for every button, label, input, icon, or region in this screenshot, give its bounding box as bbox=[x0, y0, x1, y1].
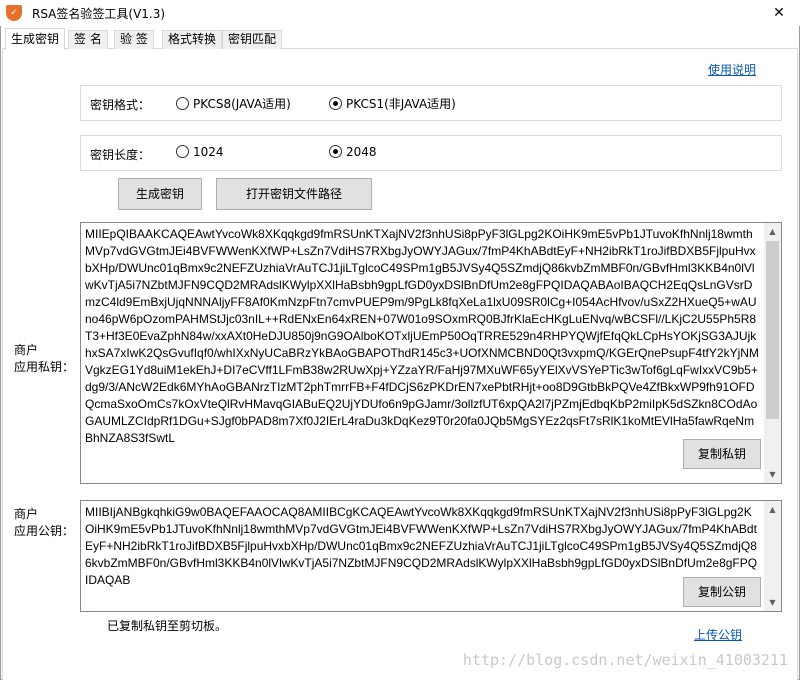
title-bar: ✓ RSA签名验签工具(V1.3) ✕ bbox=[0, 0, 800, 26]
tab-generate-key[interactable]: 生成密钥 bbox=[5, 28, 66, 50]
public-key-text[interactable]: MIIBIjANBgkqhkiG9w0BAQEFAAOCAQ8AMIIBCgKC… bbox=[81, 501, 764, 611]
private-key-scrollbar[interactable]: ▲ ▼ bbox=[764, 223, 781, 483]
key-length-group: 密钥长度： 1024 2048 bbox=[80, 135, 782, 171]
copy-private-key-button[interactable]: 复制私钥 bbox=[683, 439, 761, 469]
private-key-text[interactable]: MIIEpQIBAAKCAQEAwtYvcoWk8XKqqkgd9fmRSUnK… bbox=[81, 223, 764, 483]
status-text: 已复制私钥至剪切板。 bbox=[107, 619, 228, 633]
key-format-group: 密钥格式： PKCS8(JAVA适用) PKCS1(非JAVA适用) bbox=[80, 85, 782, 121]
key-format-label: 密钥格式： bbox=[90, 98, 151, 112]
radio-2048[interactable]: 2048 bbox=[329, 145, 377, 161]
shield-icon: ✓ bbox=[6, 5, 22, 21]
scroll-up-icon[interactable]: ▲ bbox=[764, 223, 781, 240]
radio-pkcs1-indicator[interactable] bbox=[329, 97, 342, 110]
public-key-label: 商户 应用公钥： bbox=[14, 507, 75, 538]
open-key-path-button[interactable]: 打开密钥文件路径 bbox=[216, 178, 372, 210]
scroll-down-icon[interactable]: ▼ bbox=[764, 466, 781, 483]
radio-pkcs8-label: PKCS8(JAVA适用) bbox=[193, 97, 291, 111]
help-link[interactable]: 使用说明 bbox=[708, 61, 756, 78]
tab-bar: 生成密钥 签 名 验 签 格式转换 密钥匹配 bbox=[2, 28, 798, 50]
scroll-up-icon[interactable]: ▲ bbox=[764, 501, 781, 518]
key-length-label: 密钥长度： bbox=[90, 148, 151, 162]
radio-1024[interactable]: 1024 bbox=[176, 145, 224, 161]
radio-pkcs1[interactable]: PKCS1(非JAVA适用) bbox=[329, 95, 456, 111]
tab-format-convert[interactable]: 格式转换 bbox=[162, 30, 223, 49]
radio-2048-label: 2048 bbox=[346, 145, 377, 159]
tab-verify[interactable]: 验 签 bbox=[114, 30, 154, 49]
radio-1024-label: 1024 bbox=[193, 145, 224, 159]
radio-pkcs8-indicator[interactable] bbox=[176, 97, 189, 110]
public-key-scrollbar[interactable]: ▲ ▼ bbox=[764, 501, 781, 611]
private-key-label: 商户 应用私钥： bbox=[14, 343, 75, 374]
tab-key-match[interactable]: 密钥匹配 bbox=[222, 30, 283, 49]
upload-public-key-link[interactable]: 上传公钥 bbox=[694, 626, 742, 643]
radio-pkcs1-label: PKCS1(非JAVA适用) bbox=[346, 97, 456, 111]
scroll-down-icon[interactable]: ▼ bbox=[764, 594, 781, 611]
tab-sign[interactable]: 签 名 bbox=[68, 30, 108, 49]
copy-public-key-button[interactable]: 复制公钥 bbox=[683, 577, 761, 607]
private-key-textbox[interactable]: MIIEpQIBAAKCAQEAwtYvcoWk8XKqqkgd9fmRSUnK… bbox=[80, 222, 782, 484]
public-key-textbox[interactable]: MIIBIjANBgkqhkiG9w0BAQEFAAOCAQ8AMIIBCgKC… bbox=[80, 500, 782, 612]
close-icon[interactable]: ✕ bbox=[764, 0, 794, 26]
watermark-text: http://blog.csdn.net/weixin_41003211 bbox=[462, 651, 788, 669]
generate-key-button[interactable]: 生成密钥 bbox=[118, 178, 202, 210]
radio-1024-indicator[interactable] bbox=[176, 145, 189, 158]
window-title: RSA签名验签工具(V1.3) bbox=[32, 7, 166, 21]
radio-pkcs8[interactable]: PKCS8(JAVA适用) bbox=[176, 95, 291, 111]
scroll-thumb[interactable] bbox=[766, 241, 779, 419]
radio-2048-indicator[interactable] bbox=[329, 145, 342, 158]
